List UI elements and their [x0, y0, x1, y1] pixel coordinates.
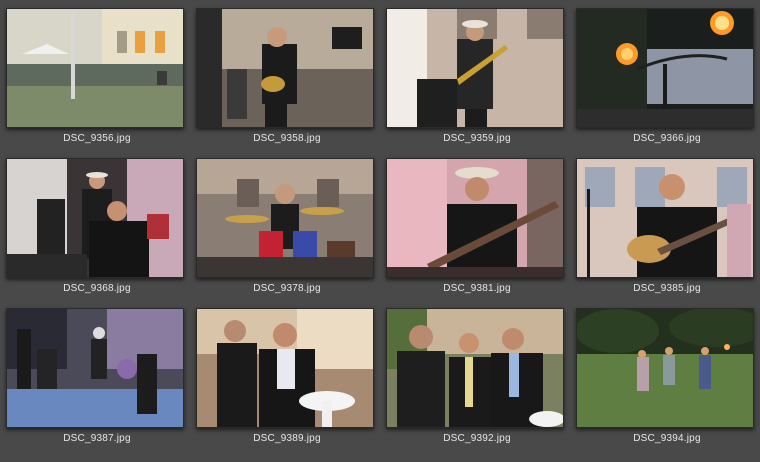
thumbnail-item[interactable]: DSC_9358.jpg	[192, 0, 382, 154]
thumbnail-image[interactable]	[196, 8, 374, 128]
thumbnail-caption: DSC_9392.jpg	[443, 433, 511, 444]
thumbnail-caption: DSC_9358.jpg	[253, 133, 321, 144]
thumbnail-item[interactable]: DSC_9381.jpg	[382, 150, 572, 304]
thumbnail-image[interactable]	[6, 308, 184, 428]
thumbnail-item[interactable]: DSC_9378.jpg	[192, 150, 382, 304]
thumbnail-image[interactable]	[576, 158, 754, 278]
thumbnail-image[interactable]	[196, 308, 374, 428]
thumbnail-caption: DSC_9385.jpg	[633, 283, 701, 294]
thumbnail-gallery: DSC_9356.jpg DSC_9358.jpg DSC_9359.jpg D…	[0, 0, 760, 462]
thumbnail-caption: DSC_9389.jpg	[253, 433, 321, 444]
thumbnail-item[interactable]: DSC_9368.jpg	[2, 150, 192, 304]
thumbnail-caption: DSC_9356.jpg	[63, 133, 131, 144]
thumbnail-caption: DSC_9381.jpg	[443, 283, 511, 294]
thumbnail-image[interactable]	[6, 8, 184, 128]
thumbnail-item[interactable]: DSC_9356.jpg	[2, 0, 192, 154]
thumbnail-image[interactable]	[6, 158, 184, 278]
thumbnail-item[interactable]: DSC_9389.jpg	[192, 300, 382, 454]
thumbnail-item[interactable]: DSC_9394.jpg	[572, 300, 760, 454]
thumbnail-item[interactable]: DSC_9387.jpg	[2, 300, 192, 454]
thumbnail-item[interactable]: DSC_9385.jpg	[572, 150, 760, 304]
thumbnail-item[interactable]: DSC_9366.jpg	[572, 0, 760, 154]
thumbnail-image[interactable]	[196, 158, 374, 278]
thumbnail-image[interactable]	[576, 8, 754, 128]
thumbnail-item[interactable]: DSC_9392.jpg	[382, 300, 572, 454]
thumbnail-caption: DSC_9387.jpg	[63, 433, 131, 444]
thumbnail-caption: DSC_9359.jpg	[443, 133, 511, 144]
thumbnail-image[interactable]	[386, 158, 564, 278]
thumbnail-image[interactable]	[386, 8, 564, 128]
thumbnail-caption: DSC_9394.jpg	[633, 433, 701, 444]
thumbnail-image[interactable]	[576, 308, 754, 428]
thumbnail-caption: DSC_9378.jpg	[253, 283, 321, 294]
thumbnail-image[interactable]	[386, 308, 564, 428]
thumbnail-item[interactable]: DSC_9359.jpg	[382, 0, 572, 154]
thumbnail-caption: DSC_9366.jpg	[633, 133, 701, 144]
thumbnail-caption: DSC_9368.jpg	[63, 283, 131, 294]
